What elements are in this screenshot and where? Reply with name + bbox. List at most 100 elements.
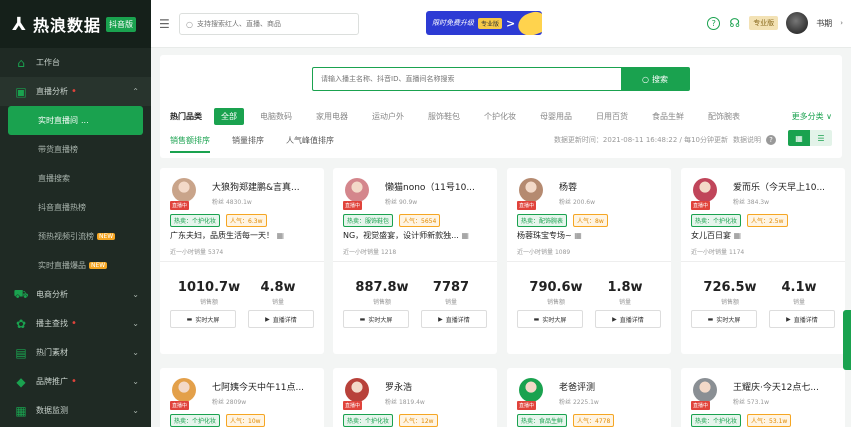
sidebar-subitem-realtime-live[interactable]: 实时直播间 ... — [8, 106, 143, 135]
top-search[interactable]: ○ — [179, 13, 359, 35]
streamer-avatar[interactable] — [172, 378, 196, 402]
chevron-right-icon[interactable]: › — [840, 19, 843, 27]
sidebar-subitem-sales-rank[interactable]: 带货直播榜 — [0, 135, 151, 164]
category-item[interactable]: 服饰鞋包 — [428, 111, 460, 122]
streamer-card[interactable]: 直播中 大狼狗郑建鹏&言真... 粉丝 4830.1w 热卖：个护化妆 人气：6.3w 广… — [160, 168, 324, 354]
sales-amount-value: 790.6w — [529, 280, 583, 295]
streamer-name[interactable]: 懒猫nono（11号10... — [385, 180, 489, 193]
pop-value: 2.5w — [769, 218, 784, 225]
search-button[interactable]: ○ 搜索 — [621, 68, 689, 90]
streamer-card[interactable]: 直播中 王耀庆·今天12点七... 粉丝 573.1w 热卖：个护化妆 人气：53.1w — [681, 368, 845, 427]
sidebar-subitem-hot-rank[interactable]: 抖音直播热榜 — [0, 193, 151, 222]
qr-icon[interactable]: ▦ — [277, 231, 285, 240]
pro-badge[interactable]: 专业版 — [749, 16, 779, 30]
tab-sort-amount[interactable]: 销售额排序 — [170, 135, 210, 153]
main-search-input[interactable] — [313, 68, 621, 90]
qr-icon[interactable]: ▦ — [574, 231, 582, 240]
streamer-card[interactable]: 直播中 懒猫nono（11号10... 粉丝 90.9w 热卖：服饰鞋包 人气：5654… — [333, 168, 497, 354]
top-search-input[interactable] — [196, 20, 347, 28]
avatar[interactable] — [786, 12, 809, 34]
sales-count-label: 销量 — [792, 299, 805, 306]
streamer-name[interactable]: 王耀庆·今天12点七... — [733, 380, 837, 393]
more-categories-button[interactable]: 更多分类 ∨ — [792, 111, 832, 122]
streamer-card[interactable]: 直播中 杨蓉 粉丝 200.6w 热卖：配饰腕表 人气：8w 杨蓉珠宝专场~ ▦ 近一小时销… — [507, 168, 671, 354]
tab-sort-popularity[interactable]: 人气峰值排序 — [286, 135, 334, 153]
sidebar-item-data-monitor[interactable]: ▦ 数据监测 ⌄ — [0, 396, 151, 425]
sidebar-item-brand-promo[interactable]: ◆ 品牌推广 • ⌄ — [0, 367, 151, 396]
streamer-name[interactable]: 老爸评测 — [559, 380, 663, 393]
streamer-card[interactable]: 直播中 爱而乐（今天早上10... 粉丝 384.3w 热卖：个护化妆 人气：2.5w 女… — [681, 168, 845, 354]
search-button-label: 搜索 — [651, 74, 668, 84]
qr-icon[interactable]: ▦ — [461, 231, 469, 240]
new-dot: • — [71, 376, 77, 387]
live-badge: 直播中 — [691, 401, 711, 410]
streamer-avatar[interactable] — [345, 378, 369, 402]
streamer-card[interactable]: 直播中 老爸评测 粉丝 2225.1w 热卖：食品生鲜 人气：4778 — [507, 368, 671, 427]
sales-count-stat: 1.8w 销量 — [595, 280, 655, 306]
streamer-name[interactable]: 罗永浩 — [385, 380, 489, 393]
category-item[interactable]: 个护化妆 — [484, 111, 516, 122]
live-badge: 直播中 — [343, 201, 363, 210]
question-icon[interactable]: ? — [766, 135, 776, 145]
sidebar-item-ecommerce[interactable]: ⛟ 电商分析 ⌄ — [0, 280, 151, 309]
live-detail-button[interactable]: ▶ 直播详情 — [769, 310, 835, 328]
help-icon[interactable]: ? — [707, 16, 721, 30]
sidebar-subitem-label: 抖音直播热榜 — [38, 203, 86, 212]
pop-label: 人气： — [577, 218, 596, 225]
grid-view-icon[interactable]: ▦ — [788, 130, 810, 146]
live-title-text: 杨蓉珠宝专场~ — [517, 231, 572, 240]
streamer-avatar[interactable] — [519, 178, 543, 202]
category-item[interactable]: 配饰腕表 — [708, 111, 740, 122]
live-title[interactable]: 女儿百日宴 ▦ — [691, 230, 837, 241]
support-icon[interactable]: ☊ — [728, 16, 741, 30]
realtime-screen-button[interactable]: ▬ 实时大屏 — [691, 310, 757, 328]
sidebar-subitem-preheat-video[interactable]: 预热视频引流榜 NEW — [0, 222, 151, 251]
realtime-screen-button[interactable]: ▬ 实时大屏 — [343, 310, 409, 328]
floating-side-tab[interactable] — [843, 310, 851, 370]
realtime-screen-button[interactable]: ▬ 实时大屏 — [170, 310, 236, 328]
fans-label: 粉丝 — [559, 199, 572, 206]
sidebar-item-live-analysis[interactable]: ▣ 直播分析 • ⌃ — [0, 77, 151, 106]
tab-sort-count[interactable]: 销量排序 — [232, 135, 264, 153]
live-title[interactable]: NG，视觉盛宴，设计师新款独... ▦ — [343, 230, 489, 241]
data-explain-link[interactable]: 数据说明 — [733, 135, 761, 145]
live-detail-button[interactable]: ▶ 直播详情 — [421, 310, 487, 328]
streamer-name[interactable]: 七阿姨今天中午11点... — [212, 380, 316, 393]
tag-row: 热卖：食品生鲜 人气：4778 — [517, 414, 615, 427]
category-item[interactable]: 日用百货 — [596, 111, 628, 122]
sidebar-item-find-streamer[interactable]: ✿ 播主查找 • ⌄ — [0, 309, 151, 338]
sidebar-subitem-live-search[interactable]: 直播搜索 — [0, 164, 151, 193]
sidebar-item-hot-material[interactable]: ▤ 热门素材 ⌄ — [0, 338, 151, 367]
live-detail-button[interactable]: ▶ 直播详情 — [248, 310, 314, 328]
streamer-avatar[interactable] — [693, 178, 717, 202]
sidebar-subitem-hot-products[interactable]: 实时直播爆品 NEW — [0, 251, 151, 280]
streamer-avatar[interactable] — [693, 378, 717, 402]
logo[interactable]: ⅄ 热浪数据 抖音版 — [0, 0, 151, 48]
list-view-icon[interactable]: ☰ — [810, 130, 832, 146]
realtime-screen-button[interactable]: ▬ 实时大屏 — [517, 310, 583, 328]
sidebar-item-workbench[interactable]: ⌂ 工作台 — [0, 48, 151, 77]
streamer-card[interactable]: 直播中 罗永浩 粉丝 1819.4w 热卖：个护化妆 人气：12w — [333, 368, 497, 427]
streamer-name[interactable]: 大狼狗郑建鹏&言真... — [212, 180, 316, 193]
streamer-card[interactable]: 直播中 七阿姨今天中午11点... 粉丝 2809w 热卖：个护化妆 人气：10w — [160, 368, 324, 427]
version-badge[interactable]: 抖音版 — [106, 16, 137, 32]
category-item[interactable]: 母婴用品 — [540, 111, 572, 122]
streamer-name[interactable]: 杨蓉 — [559, 180, 663, 193]
qr-icon[interactable]: ▦ — [734, 231, 742, 240]
live-title[interactable]: 广东夫妇，品质生活每一天！ ▦ — [170, 230, 316, 241]
button-label: 实时大屏 — [716, 316, 741, 324]
username[interactable]: 书期 — [816, 18, 832, 29]
streamer-avatar[interactable] — [172, 178, 196, 202]
category-item[interactable]: 电脑数码 — [260, 111, 292, 122]
streamer-avatar[interactable] — [345, 178, 369, 202]
upgrade-banner[interactable]: 限时免费升级 专业版 > — [426, 11, 542, 35]
category-item[interactable]: 运动户外 — [372, 111, 404, 122]
live-title[interactable]: 杨蓉珠宝专场~ ▦ — [517, 230, 663, 241]
category-item[interactable]: 食品生鲜 — [652, 111, 684, 122]
category-item[interactable]: 家用电器 — [316, 111, 348, 122]
category-all[interactable]: 全部 — [214, 108, 244, 125]
menu-toggle-icon[interactable]: ☰ — [159, 17, 170, 31]
streamer-avatar[interactable] — [519, 378, 543, 402]
streamer-name[interactable]: 爱而乐（今天早上10... — [733, 180, 837, 193]
live-detail-button[interactable]: ▶ 直播详情 — [595, 310, 661, 328]
